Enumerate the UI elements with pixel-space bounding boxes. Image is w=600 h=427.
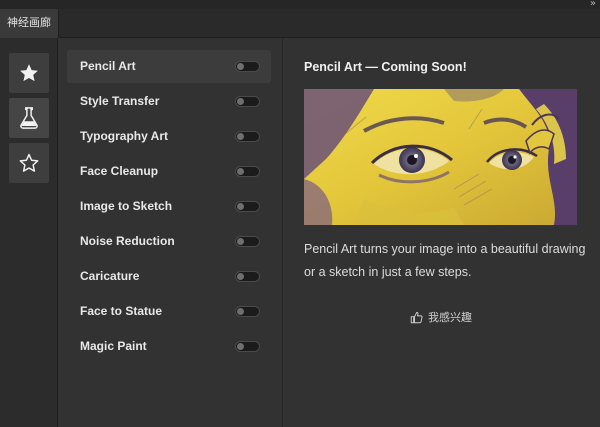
list-item-typography-art[interactable]: Typography Art: [67, 120, 271, 153]
list-item-face-to-statue[interactable]: Face to Statue: [67, 295, 271, 328]
toggle-knob: [237, 98, 244, 105]
category-rail: [0, 38, 58, 427]
flask-icon: [20, 107, 38, 129]
tab-neural-filters[interactable]: 神经画廊: [0, 9, 59, 38]
filter-label: Face to Statue: [80, 304, 163, 318]
filter-detail: Pencil Art — Coming Soon! Pencil Art tur…: [284, 38, 600, 427]
beta-filters-button[interactable]: [9, 98, 49, 138]
neural-filters-panel: » 神经画廊 Pencil Art Style Transfer Typogra…: [0, 0, 600, 427]
filter-label: Magic Paint: [80, 339, 147, 353]
toggle-knob: [237, 133, 244, 140]
detail-title: Pencil Art — Coming Soon!: [304, 60, 467, 74]
list-item-face-cleanup[interactable]: Face Cleanup: [67, 155, 271, 188]
star-outline-icon: [19, 153, 39, 172]
filter-label: Image to Sketch: [80, 199, 173, 213]
panel-header: » 神经画廊: [0, 0, 600, 38]
filter-toggle[interactable]: [235, 236, 260, 247]
wishlist-filters-button[interactable]: [9, 143, 49, 183]
filter-toggle[interactable]: [235, 201, 260, 212]
panel-title-strip: [0, 0, 600, 9]
filter-label: Style Transfer: [80, 94, 160, 108]
filter-label: Typography Art: [80, 129, 169, 143]
list-item-image-to-sketch[interactable]: Image to Sketch: [67, 190, 271, 223]
filter-toggle[interactable]: [235, 131, 260, 142]
list-item-magic-paint[interactable]: Magic Paint: [67, 330, 271, 363]
collapse-panel-icon[interactable]: »: [590, 0, 596, 9]
toggle-knob: [237, 203, 244, 210]
filter-toggle[interactable]: [235, 341, 260, 352]
toggle-knob: [237, 343, 244, 350]
filter-label: Noise Reduction: [80, 234, 175, 248]
filter-toggle[interactable]: [235, 96, 260, 107]
featured-filters-button[interactable]: [9, 53, 49, 93]
filter-label: Caricature: [80, 269, 140, 283]
toggle-knob: [237, 168, 244, 175]
star-filled-icon: [20, 64, 38, 82]
filter-toggle[interactable]: [235, 166, 260, 177]
filter-label: Face Cleanup: [80, 164, 159, 178]
filter-toggle[interactable]: [235, 61, 260, 72]
toggle-knob: [237, 238, 244, 245]
interested-label: 我感兴趣: [428, 311, 472, 324]
thumbs-up-icon: [410, 311, 423, 323]
preview-image: [304, 89, 577, 225]
filter-list: Pencil Art Style Transfer Typography Art…: [59, 38, 283, 427]
filter-label: Pencil Art: [80, 59, 136, 73]
toggle-knob: [237, 308, 244, 315]
list-item-pencil-art[interactable]: Pencil Art: [67, 50, 271, 83]
interested-button[interactable]: 我感兴趣: [410, 307, 472, 327]
list-item-caricature[interactable]: Caricature: [67, 260, 271, 293]
pencil-art-preview-illustration: [304, 89, 577, 225]
toggle-knob: [237, 273, 244, 280]
filter-toggle[interactable]: [235, 306, 260, 317]
detail-description: Pencil Art turns your image into a beaut…: [304, 242, 586, 279]
filter-toggle[interactable]: [235, 271, 260, 282]
toggle-knob: [237, 63, 244, 70]
list-item-noise-reduction[interactable]: Noise Reduction: [67, 225, 271, 258]
list-item-style-transfer[interactable]: Style Transfer: [67, 85, 271, 118]
